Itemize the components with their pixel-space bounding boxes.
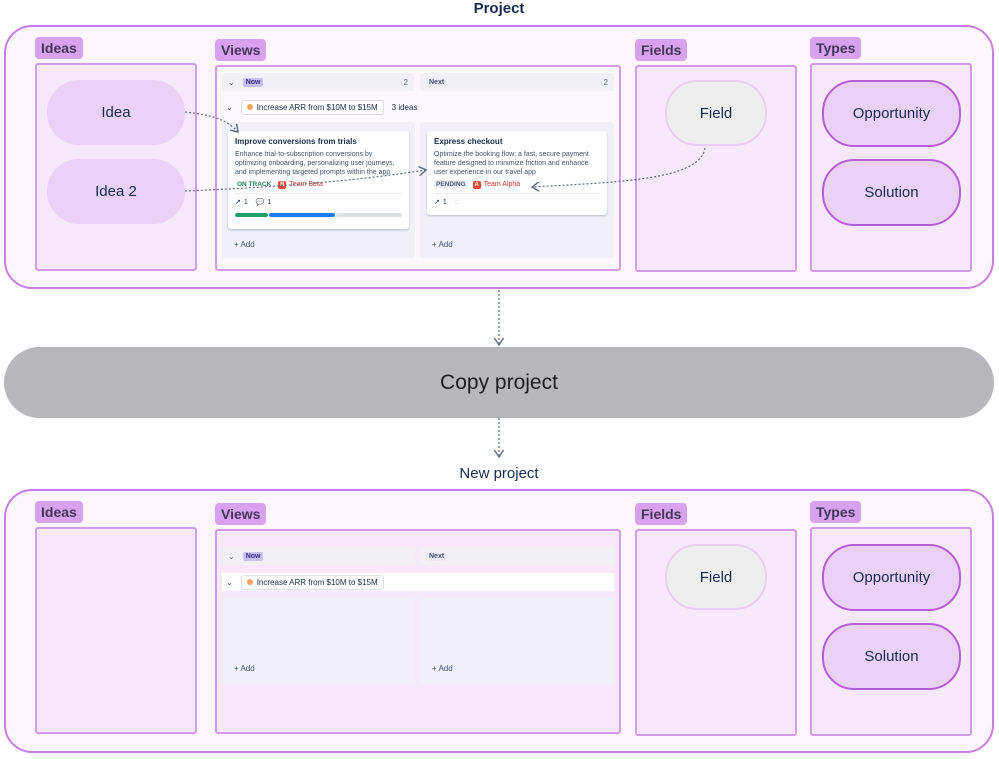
field-to-card-arrow xyxy=(532,147,706,187)
idea-to-card-arrow xyxy=(184,111,238,132)
connector-arrows xyxy=(184,111,706,759)
idea2-to-card-arrow xyxy=(184,170,426,192)
